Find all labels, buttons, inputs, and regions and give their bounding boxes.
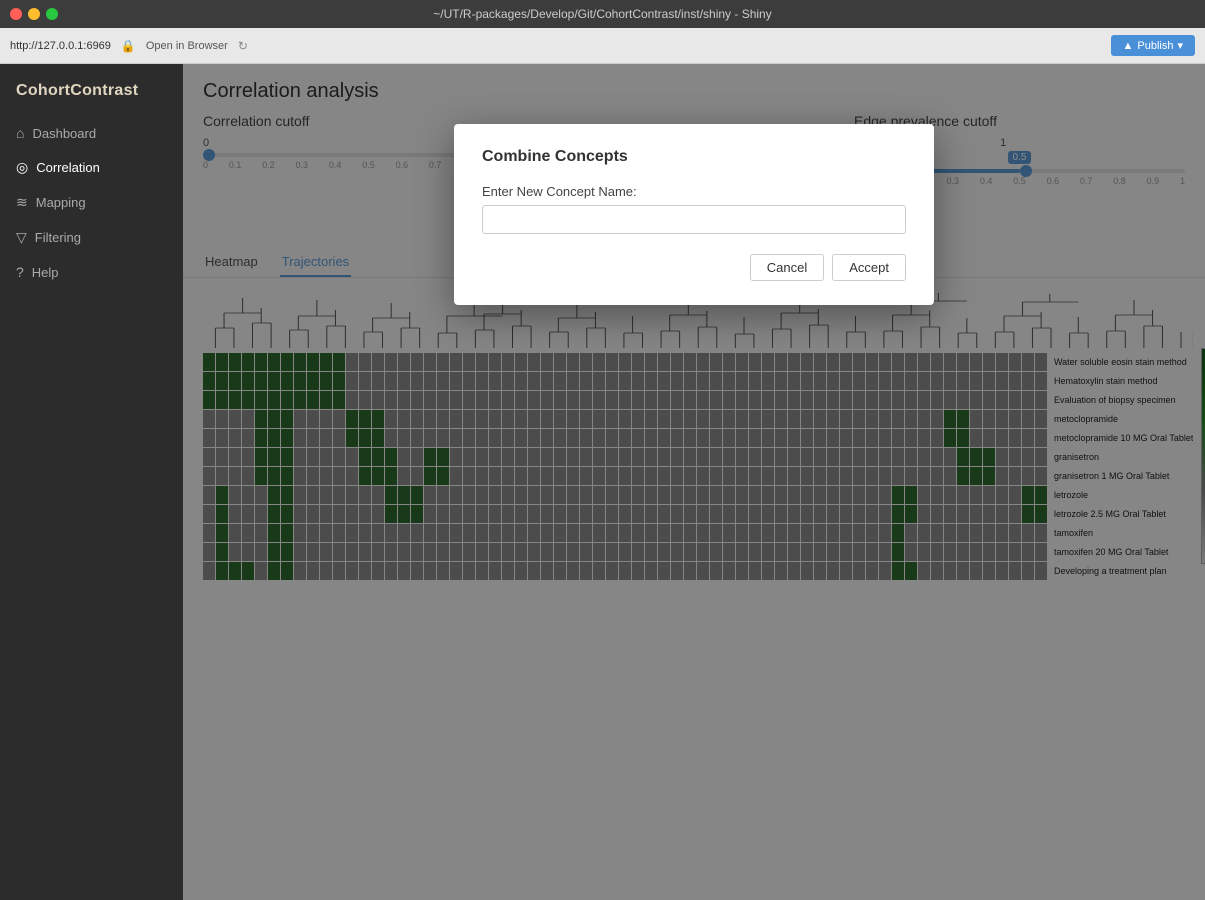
sidebar-item-filtering[interactable]: ▽ Filtering xyxy=(0,220,183,255)
browser-bar: http://127.0.0.1:6969 🔒 Open in Browser … xyxy=(0,28,1205,64)
modal-overlay: Combine Concepts Enter New Concept Name:… xyxy=(183,64,1205,900)
mapping-icon: ≋ xyxy=(16,194,28,211)
publish-icon: ▲ xyxy=(1123,40,1134,52)
minimize-button[interactable] xyxy=(28,8,40,20)
sidebar-item-label: Filtering xyxy=(35,230,81,245)
modal-title: Combine Concepts xyxy=(482,148,906,166)
open-in-browser-button[interactable]: Open in Browser xyxy=(146,40,228,52)
titlebar: ~/UT/R-packages/Develop/Git/CohortContra… xyxy=(0,0,1205,28)
sidebar-item-help[interactable]: ? Help xyxy=(0,255,183,289)
correlation-icon: ◎ xyxy=(16,159,28,176)
chevron-down-icon: ▾ xyxy=(1177,39,1183,52)
close-button[interactable] xyxy=(10,8,22,20)
concept-name-input[interactable] xyxy=(482,205,906,234)
brand-logo: CohortContrast xyxy=(0,74,183,116)
modal-input-label: Enter New Concept Name: xyxy=(482,184,906,199)
sidebar-item-label: Dashboard xyxy=(32,126,96,141)
filtering-icon: ▽ xyxy=(16,229,27,246)
modal-buttons: Cancel Accept xyxy=(482,254,906,281)
traffic-lights xyxy=(10,8,58,20)
accept-button[interactable]: Accept xyxy=(832,254,906,281)
sidebar-item-mapping[interactable]: ≋ Mapping xyxy=(0,185,183,220)
cancel-button[interactable]: Cancel xyxy=(750,254,824,281)
sidebar-item-label: Mapping xyxy=(36,195,86,210)
window-title: ~/UT/R-packages/Develop/Git/CohortContra… xyxy=(433,7,771,21)
app-container: CohortContrast ⌂ Dashboard ◎ Correlation… xyxy=(0,64,1205,900)
main-content: Correlation analysis Correlation cutoff … xyxy=(183,64,1205,900)
sidebar-item-label: Help xyxy=(32,265,59,280)
sidebar-item-correlation[interactable]: ◎ Correlation xyxy=(0,150,183,185)
security-icon: 🔒 xyxy=(121,39,136,53)
refresh-icon[interactable]: ↻ xyxy=(238,39,248,53)
sidebar: CohortContrast ⌂ Dashboard ◎ Correlation… xyxy=(0,64,183,900)
help-icon: ? xyxy=(16,264,24,280)
url-display: http://127.0.0.1:6969 xyxy=(10,40,111,52)
sidebar-item-dashboard[interactable]: ⌂ Dashboard xyxy=(0,116,183,150)
maximize-button[interactable] xyxy=(46,8,58,20)
publish-button[interactable]: ▲ Publish ▾ xyxy=(1111,35,1196,56)
dashboard-icon: ⌂ xyxy=(16,125,24,141)
combine-concepts-modal: Combine Concepts Enter New Concept Name:… xyxy=(454,124,934,305)
sidebar-item-label: Correlation xyxy=(36,160,100,175)
